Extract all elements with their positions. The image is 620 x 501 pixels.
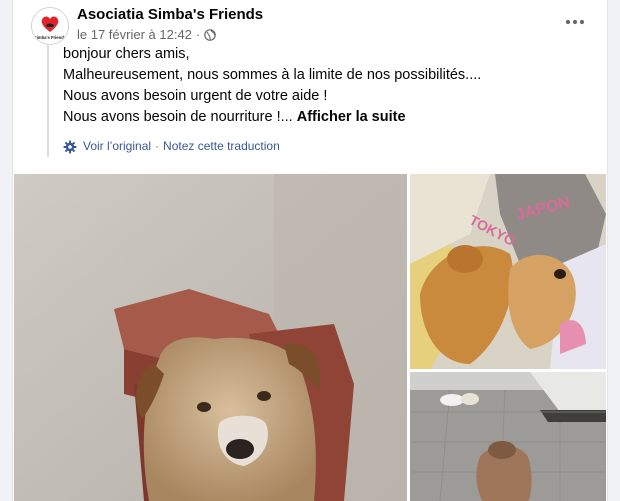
post-photo-2[interactable]: JAPON TOKYO (410, 174, 606, 369)
more-options-button[interactable] (563, 12, 587, 32)
post-body: bonjour chers amis, Malheureusement, nou… (47, 44, 603, 157)
post-card: Simba's Friends Asociatia Simba's Friend… (12, 0, 608, 501)
post-timestamp[interactable]: le 17 février à 12:42 (77, 27, 192, 42)
simba-friends-logo: Simba's Friends (32, 8, 68, 44)
see-more-link[interactable]: Afficher la suite (297, 109, 406, 125)
post-text-line: Nous avons besoin urgent de votre aide ! (63, 88, 328, 104)
post-text-line: bonjour chers amis, (63, 46, 190, 62)
view-original-link[interactable]: Voir l’original (83, 136, 151, 157)
post-meta: le 17 février à 12:42 · (77, 27, 217, 42)
translation-bar: Voir l’original · Notez cette traduction (63, 136, 603, 157)
post-photo-3[interactable] (410, 372, 606, 501)
gear-icon (63, 140, 77, 153)
more-options-icon (565, 19, 585, 25)
post-text-line: Malheureusement, nous sommes à la limite… (63, 67, 482, 83)
avatar-caption: Simba's Friends (34, 35, 67, 40)
rate-translation-link[interactable]: Notez cette traduction (163, 136, 280, 157)
translation-separator: · (155, 139, 160, 153)
globe-icon[interactable] (204, 28, 217, 41)
post-photo-main[interactable] (14, 174, 407, 501)
page-name[interactable]: Asociatia Simba's Friends (77, 6, 263, 23)
meta-separator: · (195, 27, 201, 42)
post-text-line: Nous avons besoin de nourriture !... (63, 109, 293, 125)
page-avatar[interactable]: Simba's Friends (31, 7, 69, 45)
post-text-line-last: Nous avons besoin de nourriture !... Aff… (63, 107, 603, 128)
